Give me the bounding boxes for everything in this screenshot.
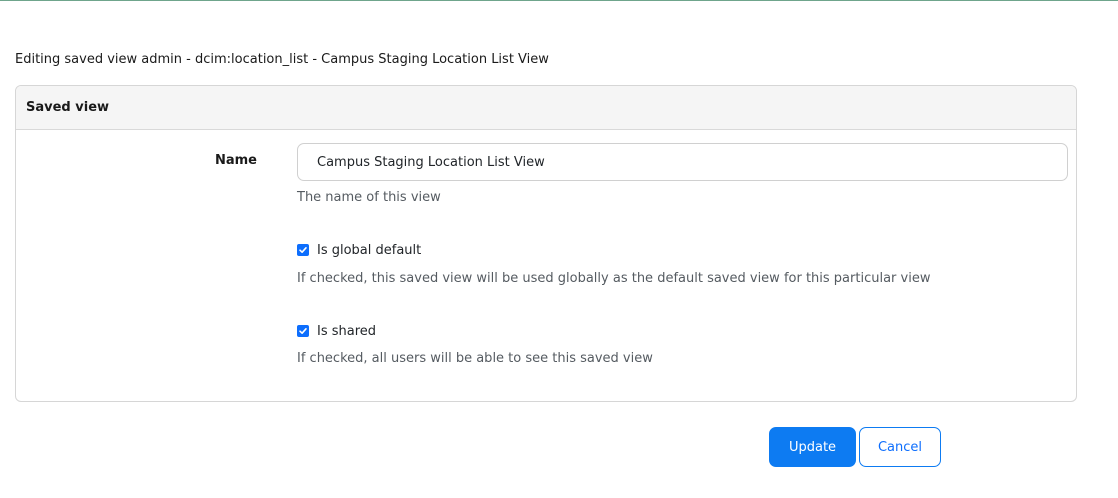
name-field-label: Name	[214, 153, 257, 168]
check-icon	[299, 247, 307, 253]
page-title: Editing saved view admin - dcim:location…	[15, 52, 549, 67]
panel-heading: Saved view	[16, 86, 1076, 130]
shared-label[interactable]: Is shared	[317, 324, 376, 339]
shared-row[interactable]: Is shared	[297, 322, 376, 340]
shared-help-text: If checked, all users will be able to se…	[297, 351, 653, 366]
shared-checkbox[interactable]	[297, 325, 309, 337]
global-default-checkbox[interactable]	[297, 244, 309, 256]
update-button[interactable]: Update	[769, 427, 856, 467]
global-default-label[interactable]: Is global default	[317, 243, 421, 258]
global-default-help-text: If checked, this saved view will be used…	[297, 271, 931, 286]
name-input[interactable]	[297, 143, 1068, 181]
check-icon	[299, 328, 307, 334]
name-help-text: The name of this view	[297, 190, 441, 205]
top-divider	[0, 0, 1118, 1]
global-default-row[interactable]: Is global default	[297, 241, 421, 259]
cancel-button[interactable]: Cancel	[859, 427, 941, 467]
saved-view-panel: Saved view Name The name of this view Is…	[15, 85, 1077, 402]
